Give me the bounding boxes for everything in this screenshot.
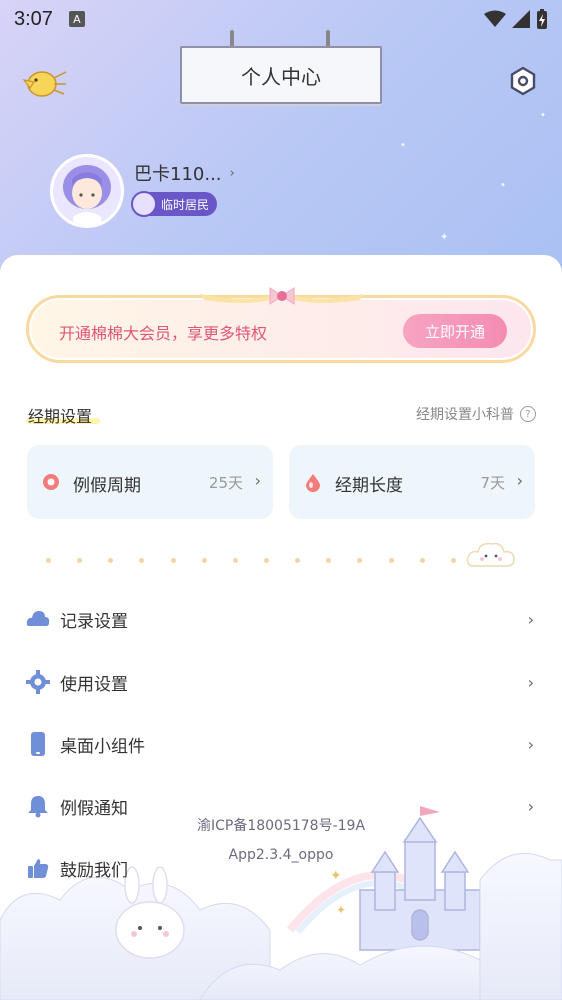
sparkle-icon: • (400, 140, 406, 151)
vip-banner-text: 开通棉棉大会员，享更多特权 (59, 324, 268, 343)
username-link[interactable]: 巴卡110... › (134, 160, 235, 186)
dotted-divider (46, 558, 456, 564)
tile-value: 25天 (208, 474, 243, 492)
battery-charging-icon (537, 9, 547, 29)
icp-record: 渝ICP备18005178号-19A (196, 818, 366, 834)
chevron-right-icon: › (254, 471, 261, 490)
menu-item-label: 使用设置 (60, 674, 128, 695)
chevron-right-icon: › (527, 672, 534, 692)
avatar[interactable] (50, 154, 124, 228)
ring-icon (43, 474, 59, 490)
menu-item-record-settings[interactable]: 记录设置 › (26, 599, 536, 639)
sparkle-icon: ✦ (440, 232, 449, 243)
notification-a-icon: A (68, 11, 85, 27)
badge-label: 临时居民 (161, 197, 210, 212)
chevron-right-icon: › (527, 734, 534, 754)
bird-icon[interactable] (20, 62, 68, 102)
period-help-label: 经期设置小科普 (416, 407, 514, 423)
svg-text:✦: ✦ (336, 903, 346, 917)
cloud-bell-icon (26, 607, 50, 631)
sparkle-icon: • (540, 110, 546, 121)
mini-avatar (131, 191, 157, 217)
ribbon-bow-icon (200, 287, 364, 305)
menu-item-usage-settings[interactable]: 使用设置 › (26, 662, 536, 702)
tile-period-length[interactable]: 经期长度 7天 › (289, 445, 535, 519)
avatar-illustration (53, 157, 121, 225)
question-icon: ? (520, 406, 536, 422)
resident-badge[interactable]: 临时居民 (131, 191, 218, 217)
period-settings-title: 经期设置 (28, 407, 93, 426)
username: 巴卡110... (134, 164, 222, 185)
menu-item-desktop-widget[interactable]: 桌面小组件 › (26, 724, 536, 764)
app-version: App2.3.4_oppo (228, 847, 334, 863)
chevron-right-icon: › (527, 609, 534, 629)
tile-label: 经期长度 (335, 476, 403, 496)
gear-icon (26, 670, 50, 694)
menu-item-label: 桌面小组件 (60, 736, 145, 757)
sparkle-icon: • (500, 180, 506, 191)
phone-icon (26, 732, 50, 756)
status-bar: 3:07 A (0, 0, 562, 38)
drop-icon (306, 474, 320, 492)
settings-icon[interactable] (508, 66, 538, 96)
tile-label: 例假周期 (73, 476, 141, 496)
menu-item-label: 记录设置 (60, 611, 128, 632)
tile-value: 7天 (480, 474, 505, 492)
tile-cycle[interactable]: 例假周期 25天 › (27, 445, 273, 519)
period-help-link[interactable]: 经期设置小科普 ? (416, 404, 536, 424)
status-time: 3:07 (14, 7, 53, 30)
wifi-icon (484, 10, 506, 27)
vip-open-button[interactable]: 立即开通 (403, 314, 507, 348)
signal-icon (512, 10, 530, 28)
page-title: 个人中心 (180, 46, 382, 104)
chevron-right-icon: › (229, 165, 235, 181)
chevron-right-icon: › (516, 471, 523, 490)
cloud-face-icon (466, 542, 515, 567)
